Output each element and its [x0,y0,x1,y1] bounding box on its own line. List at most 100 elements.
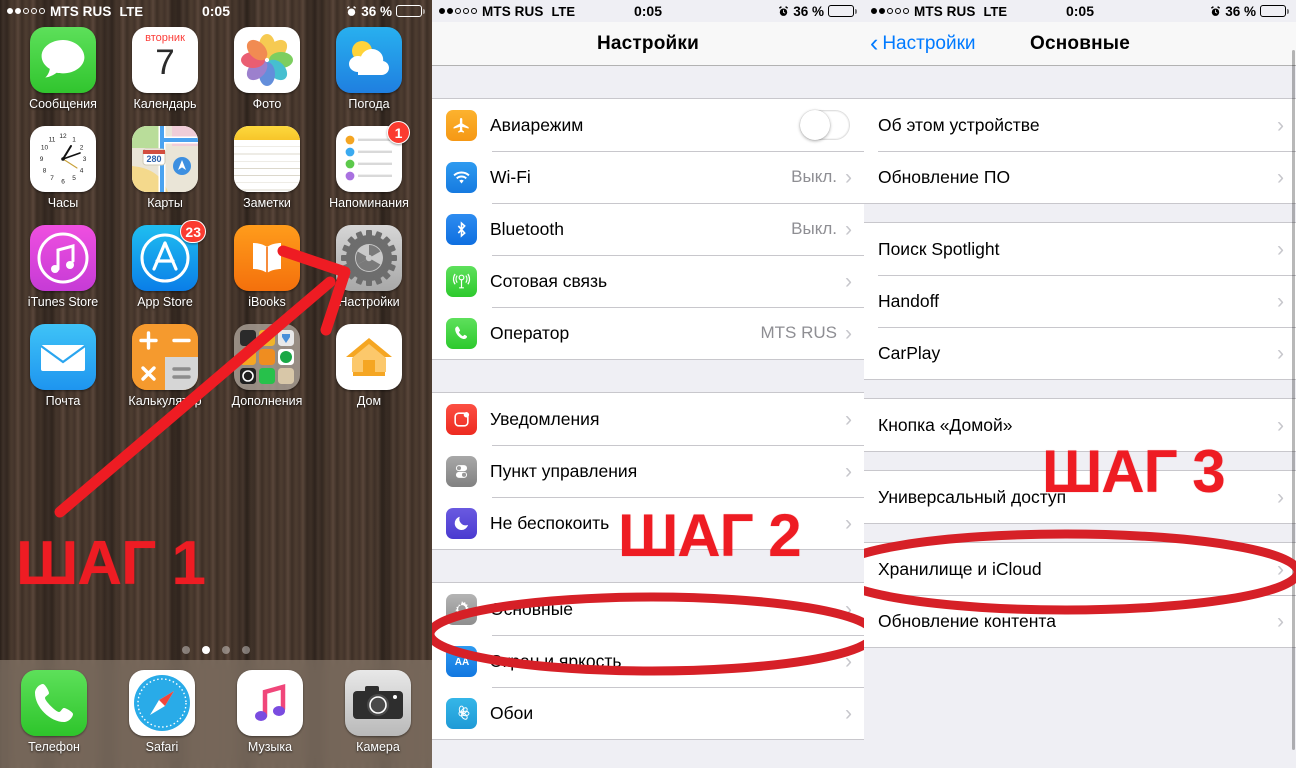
row-label: CarPlay [878,342,941,363]
general-group-accessibility-2: Универсальный доступ › [864,470,1296,524]
settings-row-carrier[interactable]: Оператор MTS RUS › [432,307,864,359]
settings-row-control-center[interactable]: Пункт управления › [432,445,864,497]
general-row-handoff[interactable]: Handoff › [864,275,1296,327]
svg-text:6: 6 [61,179,65,186]
group-spacer [864,524,1296,542]
app-label: Погода [348,97,390,111]
group-spacer [432,360,864,392]
general-row-spotlight[interactable]: Поиск Spotlight › [864,223,1296,275]
chevron-right-icon: › [845,459,852,483]
app-label: Камера [356,740,400,754]
weather-icon [336,27,402,93]
general-row-about[interactable]: Об этом устройстве › [864,99,1296,151]
svg-text:8: 8 [43,168,47,175]
app-calculator[interactable]: Калькулятор [114,324,216,408]
svg-text:11: 11 [49,137,56,144]
general-row-accessibility[interactable]: Универсальный доступ › [864,471,1296,523]
app-label: Карты [147,196,183,210]
svg-text:2: 2 [80,145,84,152]
app-label: Почта [45,394,81,408]
row-label: Универсальный доступ [878,486,1067,507]
settings-row-wallpaper[interactable]: Обои › [432,687,864,739]
row-label: Об этом устройстве [878,114,1040,135]
row-value: MTS RUS [760,323,838,342]
app-label: App Store [137,295,193,309]
airplane-mode-toggle[interactable] [800,110,850,140]
app-weather[interactable]: Погода [318,27,420,111]
app-ibooks[interactable]: iBooks [216,225,318,309]
dock-app-safari[interactable]: Safari [129,670,195,754]
app-calendar[interactable]: вторник 7 Календарь [114,27,216,111]
svg-text:AA: AA [454,657,468,668]
dock-app-camera[interactable]: Камера [345,670,411,754]
general-row-home-button[interactable]: Кнопка «Домой» › [864,399,1296,451]
group-spacer [864,66,1296,98]
settings-group-notifications: Уведомления › Пункт управления › Не бесп… [432,392,864,550]
chevron-right-icon: › [1277,165,1284,189]
app-extras-folder[interactable]: Дополнения [216,324,318,408]
back-button[interactable]: ‹ Настройки [870,31,976,56]
dock-app-music[interactable]: Музыка [237,670,303,754]
settings-row-bluetooth[interactable]: Bluetooth Выкл. › [432,203,864,255]
settings-row-cellular[interactable]: Сотовая связь › [432,255,864,307]
app-label: iBooks [248,295,286,309]
app-notes[interactable]: Заметки [216,126,318,210]
airplane-icon [446,109,477,141]
settings-row-airplane-mode[interactable]: Авиарежим [432,99,864,151]
chevron-left-icon: ‹ [870,29,879,57]
settings-row-wifi[interactable]: Wi-Fi Выкл. › [432,151,864,203]
vertical-scrollbar[interactable] [1292,50,1295,750]
row-label: Экран и яркость [490,650,622,671]
app-mail[interactable]: Почта [12,324,114,408]
general-row-carplay[interactable]: CarPlay › [864,327,1296,379]
chevron-right-icon: › [1277,341,1284,365]
general-navbar: ‹ Настройки Основные [864,22,1296,66]
dock-app-phone[interactable]: Телефон [21,670,87,754]
carrier-phone-icon [446,317,477,349]
phone-icon [21,670,87,736]
settings-row-do-not-disturb[interactable]: Не беспокоить › [432,497,864,549]
chevron-right-icon: › [1277,413,1284,437]
app-label: Фото [252,97,282,111]
app-app-store[interactable]: 23 App Store [114,220,216,309]
chevron-right-icon: › [845,701,852,725]
app-label: Напоминания [329,196,409,210]
chevron-right-icon: › [1277,113,1284,137]
app-home[interactable]: Дом [318,324,420,408]
app-settings[interactable]: Настройки [318,225,420,309]
row-label: Wi-Fi [490,166,531,187]
row-label: Сотовая связь [490,270,608,291]
badge-count: 23 [180,220,206,243]
chevron-right-icon: › [1277,289,1284,313]
app-clock[interactable]: 12 1 2 345 678 9 10 11 Часы [12,126,114,210]
app-reminders[interactable]: 1 Напоминания [318,121,420,210]
chevron-right-icon: › [1277,485,1284,509]
status-bar-clock: 0:05 [201,3,231,19]
app-messages[interactable]: Сообщения [12,27,114,111]
settings-row-notifications[interactable]: Уведомления › [432,393,864,445]
safari-compass-icon [129,670,195,736]
mail-icon [30,324,96,390]
svg-text:1: 1 [72,137,76,144]
general-row-background-refresh[interactable]: Обновление контента › [864,595,1296,647]
notifications-icon [446,403,477,435]
app-maps[interactable]: 280 Карты [114,126,216,210]
app-label: Сообщения [29,97,97,111]
svg-text:4: 4 [80,168,84,175]
alarm-clock-icon [346,5,357,17]
iphone-home-screen-panel: MTS RUS LTE 0:05 36 % Сообщения вторник … [0,0,432,768]
status-bar-settings: MTS RUS LTE 0:05 36 % [432,0,864,22]
cellular-icon [446,265,477,297]
general-row-software-update[interactable]: Обновление ПО › [864,151,1296,203]
settings-row-general[interactable]: Основные › [432,583,864,635]
do-not-disturb-icon [446,507,477,539]
app-icon-grid: Сообщения вторник 7 Календарь Фото Погод… [0,22,432,408]
app-itunes-store[interactable]: iTunes Store [12,225,114,309]
battery-icon [396,5,425,17]
app-photos[interactable]: Фото [216,27,318,111]
settings-navbar: Настройки [432,22,864,66]
settings-row-display-brightness[interactable]: AA Экран и яркость › [432,635,864,687]
general-row-storage-icloud[interactable]: Хранилище и iCloud › [864,543,1296,595]
page-dots[interactable] [0,646,432,654]
general-group-accessibility: Кнопка «Домой» › [864,398,1296,452]
